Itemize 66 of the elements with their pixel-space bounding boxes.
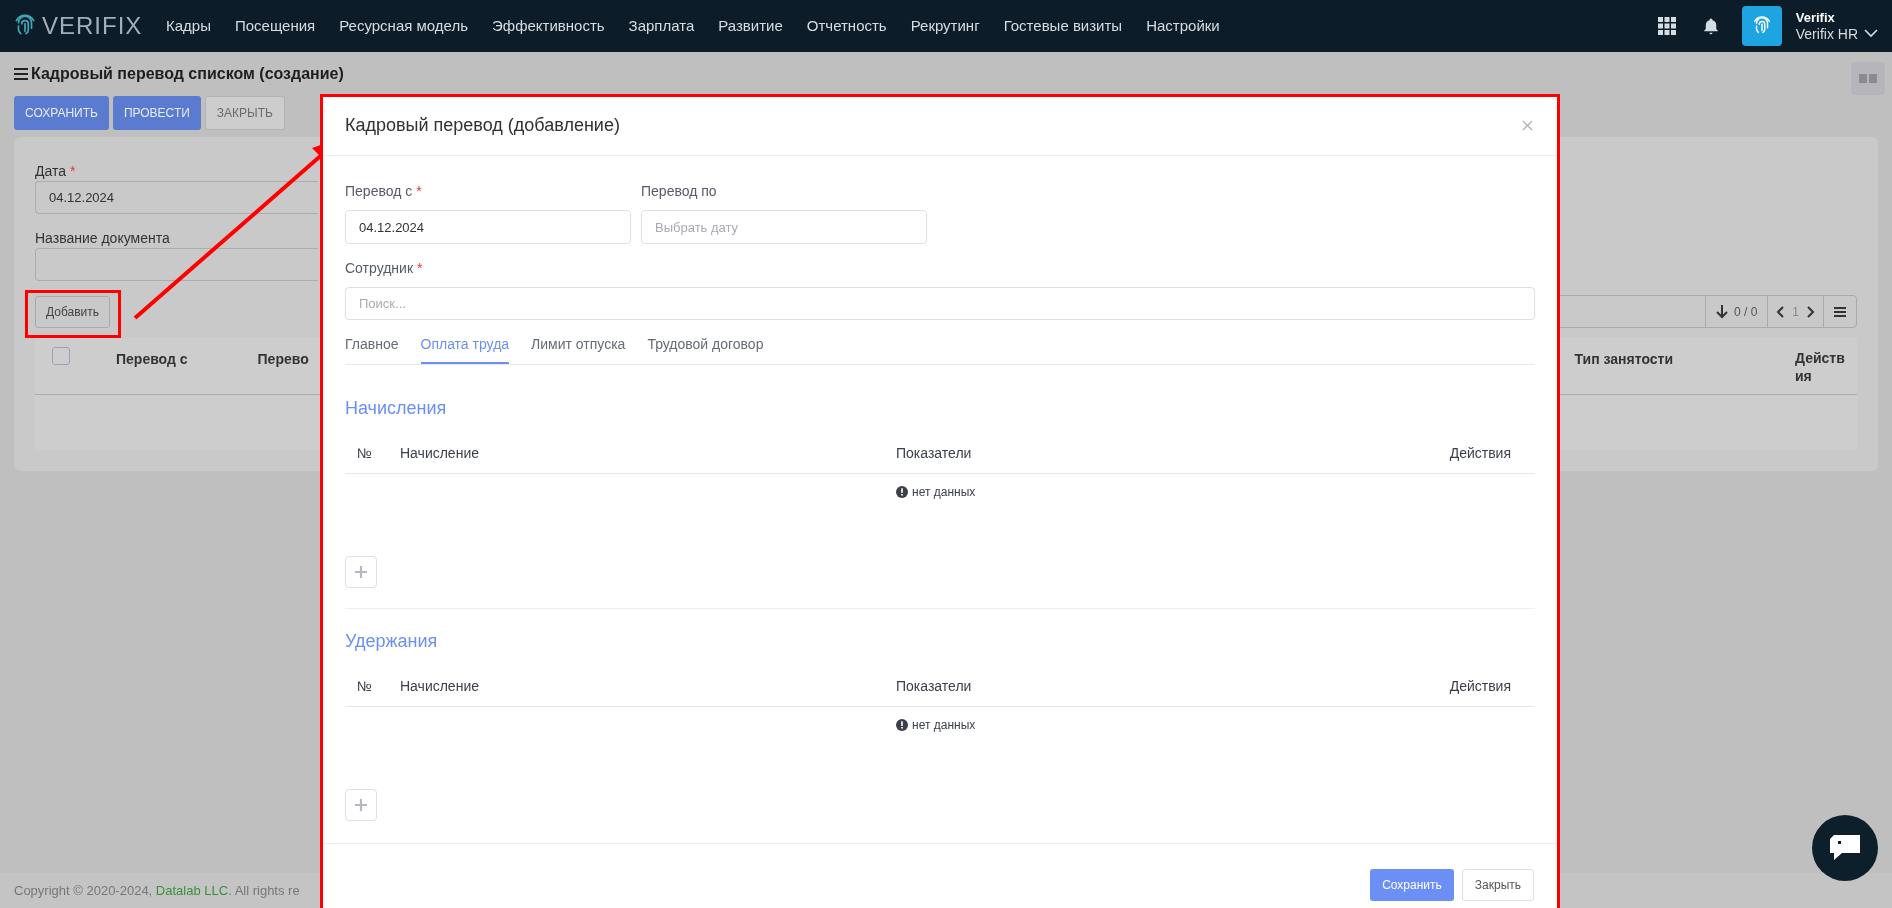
nav-item[interactable]: Зарплата xyxy=(628,14,695,38)
column-header: Действия xyxy=(1449,444,1512,463)
chevron-left-icon[interactable] xyxy=(1776,305,1785,318)
date-field[interactable]: 04.12.2024 xyxy=(345,210,631,244)
copyright-text: Copyright © 2020-2024, xyxy=(14,881,154,900)
column-header: Тип занятости xyxy=(1574,350,1673,369)
nav-item[interactable]: Настройки xyxy=(1146,14,1220,38)
modal-title: Кадровый перевод (добавление) xyxy=(345,114,620,137)
avatar[interactable] xyxy=(1741,6,1782,46)
checkbox[interactable] xyxy=(52,347,70,365)
page-title: Кадровый перевод списком (создание) xyxy=(31,64,344,84)
column-header: Перевод с xyxy=(116,350,188,369)
add-button[interactable]: Добавить xyxy=(35,295,111,328)
nav-item[interactable]: Кадры xyxy=(166,14,211,38)
empty-message: нет данных xyxy=(912,483,976,501)
user-name: Verifix xyxy=(1795,10,1836,26)
text-field[interactable]: 04.12.2024 xyxy=(35,181,318,214)
nav-item[interactable]: Рекрутинг xyxy=(910,14,980,38)
column-header: № xyxy=(356,677,374,696)
chevron-down-icon[interactable] xyxy=(1864,26,1878,40)
plus-icon xyxy=(355,566,367,578)
field-label: Сотрудник * xyxy=(345,259,423,278)
chevron-right-icon[interactable] xyxy=(1807,305,1815,318)
column-header: Показатели xyxy=(896,444,973,463)
apps-grid-icon[interactable] xyxy=(1657,17,1676,35)
column-header: № xyxy=(356,444,374,463)
section-title: Начисления xyxy=(345,397,448,420)
nav-item[interactable]: Эффективность xyxy=(492,14,605,38)
dialog-button[interactable]: Закрыть xyxy=(1461,869,1534,901)
section-title: Удержания xyxy=(345,630,439,653)
alert-icon xyxy=(896,485,908,498)
field-label: Дата * xyxy=(35,162,76,181)
tab[interactable]: Трудовой договор xyxy=(647,327,764,364)
tab[interactable]: Главное xyxy=(345,327,399,364)
column-header: Действия xyxy=(1449,677,1512,696)
nav-item[interactable]: Посещения xyxy=(234,14,316,38)
field-label: Перевод с * xyxy=(345,182,422,201)
date-field[interactable]: Выбрать дату xyxy=(641,210,927,244)
column-header: Действия xyxy=(1795,349,1846,385)
nav-item[interactable]: Развитие xyxy=(718,14,783,38)
empty-message: нет данных xyxy=(912,716,976,734)
nav-item[interactable]: Отчетность xyxy=(806,14,887,38)
column-header: Начисление xyxy=(400,444,480,463)
field-label: Название документа xyxy=(35,229,170,248)
nav-item[interactable]: Гостевые визиты xyxy=(1003,14,1123,38)
field-label: Перевод по xyxy=(641,182,717,201)
logo: VERIFIX xyxy=(42,11,143,41)
organization-name[interactable]: Verifix HR xyxy=(1795,26,1858,42)
text-field[interactable] xyxy=(35,248,318,281)
translate-icon xyxy=(1859,73,1877,83)
plus-icon xyxy=(355,799,367,811)
menu-icon[interactable] xyxy=(1834,306,1846,317)
tab[interactable]: Лимит отпуска xyxy=(531,327,626,364)
alert-icon xyxy=(896,718,908,731)
nav-item[interactable]: Ресурсная модель xyxy=(339,14,469,38)
arrow-down-icon[interactable] xyxy=(1715,304,1728,319)
bell-icon[interactable] xyxy=(1701,17,1720,35)
chat-icon xyxy=(1828,833,1862,863)
search-field[interactable]: Поиск... xyxy=(345,287,1535,320)
row-count: 0 / 0 xyxy=(1733,303,1758,321)
column-header: Показатели xyxy=(896,677,973,696)
page-number: 1 xyxy=(1792,303,1799,321)
column-header: Начисление xyxy=(400,677,480,696)
column-header: Перево xyxy=(257,350,309,369)
copyright-text: . All rights re xyxy=(228,881,300,900)
menu-icon[interactable] xyxy=(14,68,28,80)
